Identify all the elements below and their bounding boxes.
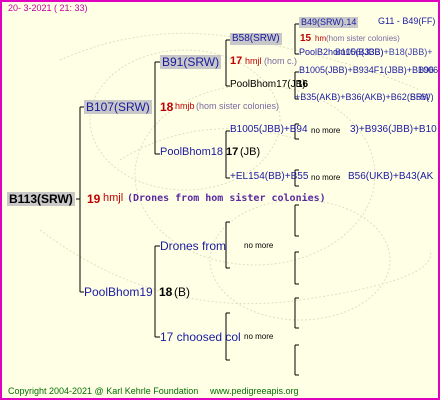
mdd-tail-label: B56(UKB)+B43(AK xyxy=(348,171,434,182)
mdd-no-more: no more xyxy=(311,173,341,182)
fd-colony-label[interactable]: 17 choosed col xyxy=(160,331,241,343)
mm-colony-label[interactable]: B91(SRW) xyxy=(160,55,222,69)
mother-note: (hom sister colonies) xyxy=(196,101,280,111)
reference-code: G11 - B49(FF) xyxy=(378,16,436,26)
root-colony-label[interactable]: B113(SRW) xyxy=(7,192,75,206)
mmm-year: 15 xyxy=(300,33,312,44)
mdm-no-more: no more xyxy=(311,126,341,135)
mm-year: 17 xyxy=(230,55,243,67)
mother-breeder: hmjb xyxy=(175,101,195,111)
father-colony-label[interactable]: PoolBhom19 xyxy=(84,286,153,298)
mother-colony-label[interactable]: B107(SRW) xyxy=(84,100,152,114)
father-year: 18 xyxy=(159,285,173,299)
fm-no-more: no more xyxy=(244,241,274,250)
mm-breeder: hmjl xyxy=(245,56,262,66)
timestamp: 20- 3-2021 ( 21: 33) xyxy=(8,3,88,13)
mmm-colony-label[interactable]: B58(SRW) xyxy=(230,33,282,45)
footer-copyright: Copyright 2004-2021 @ Karl Kehrle Founda… xyxy=(8,386,199,396)
root-breeder: hmjl xyxy=(103,192,124,204)
mdm-tail-label: 3)+B936(JBB)+B10 xyxy=(350,124,437,135)
mother-year: 18 xyxy=(160,100,174,114)
root-year: 19 xyxy=(87,192,101,206)
mmdd-overlap-label: B56( xyxy=(410,92,430,102)
mmmm-colony-label[interactable]: B49(SRW).14 xyxy=(299,17,359,28)
mmm-breeder: hm xyxy=(315,34,327,43)
md-colony-label[interactable]: PoolBhom18 xyxy=(160,147,223,158)
mmmd-overlap-label: B1006(JBB)+B18(JBB)+ xyxy=(335,47,433,57)
mm-note: (hom c.) xyxy=(264,56,298,66)
fd-no-more: no more xyxy=(244,332,274,341)
mmd-colony-label[interactable]: PoolBhom17(JB) xyxy=(230,80,306,90)
footer-url[interactable]: www.pedigreeapis.org xyxy=(210,387,299,396)
md-suffix: (JB) xyxy=(240,146,261,158)
mdd-colony-label[interactable]: +EL154(BB)+B55 xyxy=(230,172,308,182)
md-year: 17 xyxy=(226,146,239,158)
mmm-note: (hom sister colonies) xyxy=(326,34,400,43)
mmd-year: 16 xyxy=(297,79,309,90)
fm-colony-label[interactable]: Drones from xyxy=(160,240,226,252)
father-suffix: (B) xyxy=(174,285,190,299)
mdm-colony-label[interactable]: B1005(JBB)+B94 xyxy=(230,125,308,135)
mmdm-overlap-label: B96 xyxy=(418,65,435,75)
root-note: (Drones from hom sister colonies) xyxy=(127,193,326,204)
